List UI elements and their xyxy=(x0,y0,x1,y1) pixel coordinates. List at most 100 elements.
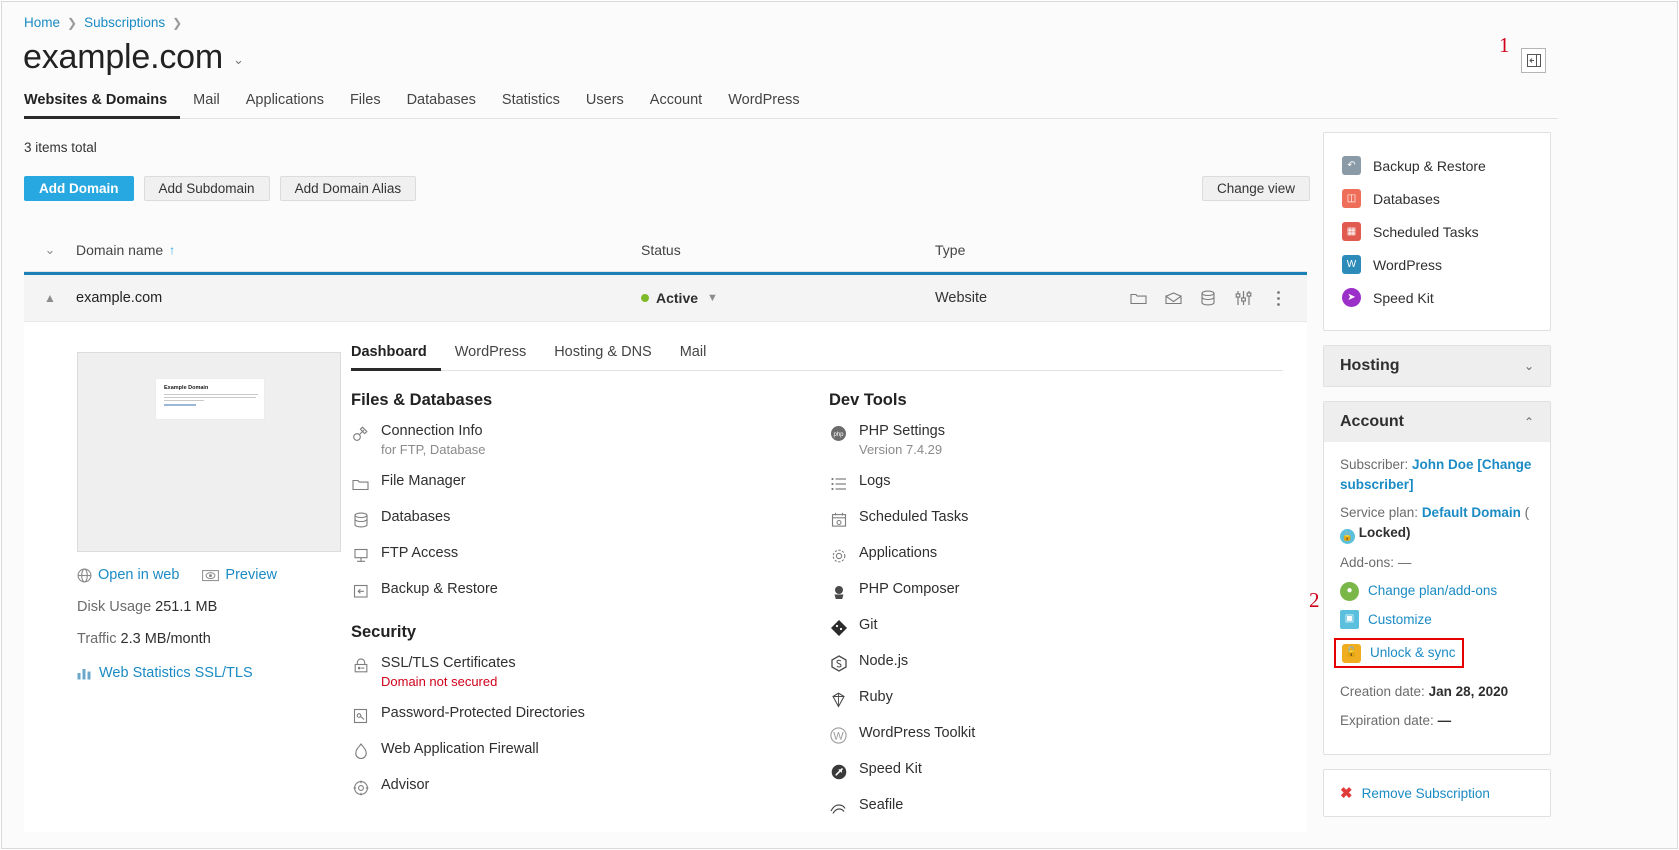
subtab-wordpress[interactable]: WordPress xyxy=(441,344,540,368)
disk-usage-row: Disk Usage 251.1 MB xyxy=(77,599,351,615)
annotation-1: 1 xyxy=(1499,33,1510,58)
change-view-button[interactable]: Change view xyxy=(1202,176,1310,201)
open-in-web-link[interactable]: Open in web xyxy=(77,567,179,583)
collapse-row-icon[interactable]: ▲ xyxy=(24,291,76,305)
addons-row: Add-ons: — xyxy=(1340,553,1534,573)
tab-wordpress[interactable]: WordPress xyxy=(715,92,812,116)
account-card-title: Account xyxy=(1340,413,1404,431)
sidebar-item-wordpress[interactable]: W WordPress xyxy=(1324,248,1550,281)
tool-ftp-access[interactable]: FTP Access xyxy=(351,545,829,565)
sidebar-item-label: WordPress xyxy=(1373,257,1442,273)
tool-git[interactable]: Git xyxy=(829,617,1307,637)
tab-applications[interactable]: Applications xyxy=(233,92,337,116)
hosting-card-header[interactable]: Hosting ⌄ xyxy=(1324,346,1550,386)
change-plan-link[interactable]: ● Change plan/add-ons xyxy=(1340,581,1534,601)
database-icon[interactable] xyxy=(1199,289,1217,307)
sidebar-item-speed-kit[interactable]: ➤ Speed Kit xyxy=(1324,281,1550,314)
close-icon: ✖ xyxy=(1340,784,1353,802)
toggle-side-panel-button[interactable] xyxy=(1521,48,1546,73)
sliders-icon[interactable] xyxy=(1234,289,1252,307)
tool-sublabel: Domain not secured xyxy=(381,674,516,689)
page-title-text: example.com xyxy=(23,38,223,76)
speedkit-icon: ➤ xyxy=(1342,288,1361,307)
preview-link[interactable]: Preview xyxy=(202,567,277,583)
column-header-status[interactable]: Status xyxy=(641,242,935,258)
database-icon xyxy=(351,510,370,529)
tool-web-application-firewall[interactable]: Web Application Firewall xyxy=(351,741,829,761)
customize-label: Customize xyxy=(1368,610,1432,630)
tab-websites-domains[interactable]: Websites & Domains xyxy=(24,92,180,119)
tool-nodejs[interactable]: Node.js xyxy=(829,653,1307,673)
site-thumbnail[interactable]: Example Domain xyxy=(77,352,341,552)
tab-statistics[interactable]: Statistics xyxy=(489,92,573,116)
add-domain-button[interactable]: Add Domain xyxy=(24,176,134,201)
breadcrumb-item-subscriptions[interactable]: Subscriptions xyxy=(84,15,165,30)
web-statistics-link[interactable]: Web Statistics SSL/TLS xyxy=(77,665,351,681)
sidebar-item-scheduled-tasks[interactable]: ▦ Scheduled Tasks xyxy=(1324,215,1550,248)
column-dev-tools: Dev Tools php PHP Settings Version 7.4.2… xyxy=(829,391,1307,833)
section-title-security: Security xyxy=(351,623,829,642)
column-header-domain-name[interactable]: Domain name ↑ xyxy=(76,242,641,258)
folder-icon[interactable] xyxy=(1129,289,1147,307)
status-badge[interactable]: Active ▼ xyxy=(641,290,935,306)
tab-files[interactable]: Files xyxy=(337,92,394,116)
add-subdomain-button[interactable]: Add Subdomain xyxy=(144,176,270,201)
domain-name-cell[interactable]: example.com xyxy=(76,290,641,306)
chevron-down-icon[interactable]: ⌄ xyxy=(1524,359,1534,373)
eye-icon xyxy=(202,569,219,582)
tool-wordpress-toolkit[interactable]: W WordPress Toolkit xyxy=(829,725,1307,745)
tool-scheduled-tasks[interactable]: Scheduled Tasks xyxy=(829,509,1307,529)
tool-databases[interactable]: Databases xyxy=(351,509,829,529)
subtab-mail[interactable]: Mail xyxy=(666,344,721,368)
chevron-down-icon[interactable]: ⌄ xyxy=(233,52,244,76)
tool-php-composer[interactable]: PHP Composer xyxy=(829,581,1307,601)
chevron-right-icon: ❯ xyxy=(172,16,182,30)
type-cell: Website xyxy=(935,290,1129,306)
speedkit-icon xyxy=(829,762,848,781)
chevron-down-icon[interactable]: ▼ xyxy=(707,292,718,304)
preview-label: Preview xyxy=(225,567,277,583)
subscriber-value-link[interactable]: John Doe xyxy=(1412,457,1474,472)
panel-icon xyxy=(1527,54,1541,67)
tool-logs[interactable]: Logs xyxy=(829,473,1307,493)
service-plan-value-link[interactable]: Default Domain xyxy=(1422,505,1521,520)
sidebar-item-databases[interactable]: ◫ Databases xyxy=(1324,182,1550,215)
tool-backup-restore[interactable]: Backup & Restore xyxy=(351,581,829,601)
more-options-icon[interactable] xyxy=(1269,289,1287,307)
tool-applications[interactable]: Applications xyxy=(829,545,1307,565)
breadcrumb-item-home[interactable]: Home xyxy=(24,15,60,30)
expand-all-icon[interactable]: ⌄ xyxy=(24,242,76,258)
tab-users[interactable]: Users xyxy=(573,92,637,116)
thumbnail-link-line xyxy=(164,404,196,405)
tool-advisor[interactable]: Advisor xyxy=(351,777,829,797)
account-card-header[interactable]: Account ⌃ xyxy=(1324,402,1550,442)
tool-ruby[interactable]: Ruby xyxy=(829,689,1307,709)
column-header-type[interactable]: Type xyxy=(935,242,1307,258)
table-row[interactable]: ▲ example.com Active ▼ Website xyxy=(24,275,1307,322)
mail-icon[interactable] xyxy=(1164,289,1182,307)
customize-link[interactable]: ▣ Customize xyxy=(1340,610,1534,630)
tool-label: Node.js xyxy=(859,653,908,669)
remove-subscription-button[interactable]: ✖ Remove Subscription xyxy=(1323,769,1551,817)
tool-seafile[interactable]: Seafile xyxy=(829,797,1307,817)
change-plan-label: Change plan/add-ons xyxy=(1368,581,1497,601)
tool-speed-kit[interactable]: Speed Kit xyxy=(829,761,1307,781)
tool-php-settings[interactable]: php PHP Settings Version 7.4.29 xyxy=(829,423,1307,457)
disk-usage-label: Disk Usage xyxy=(77,599,151,615)
gear-icon xyxy=(829,546,848,565)
tab-mail[interactable]: Mail xyxy=(180,92,233,116)
bar-chart-icon xyxy=(77,666,92,680)
tool-file-manager[interactable]: File Manager xyxy=(351,473,829,493)
add-domain-alias-button[interactable]: Add Domain Alias xyxy=(280,176,417,201)
subtab-hosting-dns[interactable]: Hosting & DNS xyxy=(540,344,666,368)
chevron-up-icon[interactable]: ⌃ xyxy=(1524,415,1534,429)
unlock-and-sync-link[interactable]: 🔓 Unlock & sync xyxy=(1334,638,1464,668)
tab-databases[interactable]: Databases xyxy=(394,92,489,116)
subtab-dashboard[interactable]: Dashboard xyxy=(351,344,441,371)
sidebar-item-backup-restore[interactable]: ↶ Backup & Restore xyxy=(1324,149,1550,182)
tool-ssl-tls-certificates[interactable]: SSL/TLS Certificates Domain not secured xyxy=(351,655,829,689)
tool-password-protected-directories[interactable]: Password-Protected Directories xyxy=(351,705,829,725)
tool-label: Logs xyxy=(859,473,890,489)
tool-connection-info[interactable]: Connection Info for FTP, Database xyxy=(351,423,829,457)
tab-account[interactable]: Account xyxy=(637,92,715,116)
